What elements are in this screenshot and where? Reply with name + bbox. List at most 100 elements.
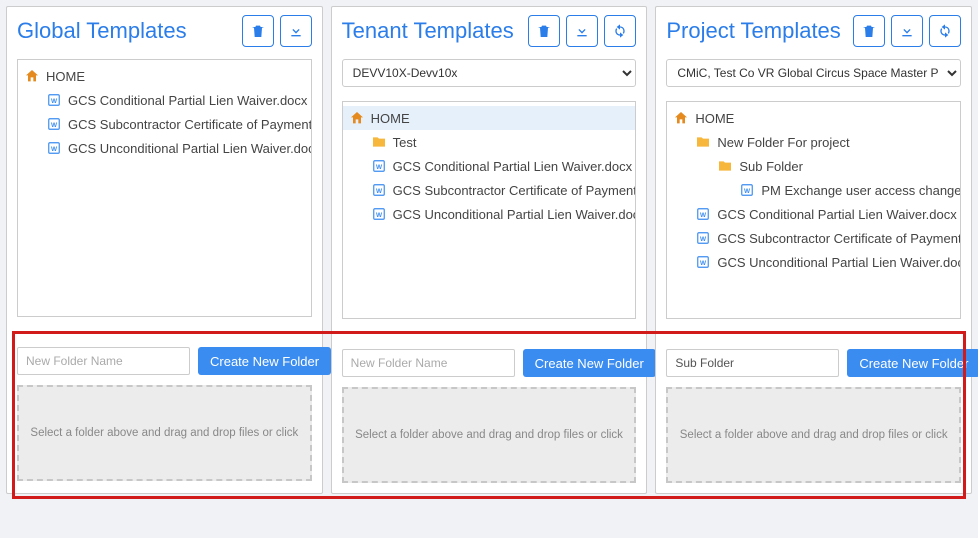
new-folder-input[interactable]: [17, 347, 190, 375]
download-button[interactable]: [566, 15, 598, 47]
panels-container: Global Templates HOME: [6, 6, 972, 494]
panel-header: Global Templates: [7, 7, 322, 51]
tree-label: HOME: [695, 111, 734, 126]
horizontal-scrollbar[interactable]: [666, 321, 961, 335]
tree-folder[interactable]: Sub Folder: [667, 154, 960, 178]
svg-text:W: W: [700, 212, 707, 219]
delete-button[interactable]: [528, 15, 560, 47]
refresh-button[interactable]: [604, 15, 636, 47]
tree-view[interactable]: HOME W GCS Conditional Partial Lien Waiv…: [17, 59, 312, 317]
tree-label: GCS Unconditional Partial Lien Waiver.do…: [717, 255, 961, 270]
tree-label: GCS Subcontractor Certificate of Payment…: [68, 117, 312, 132]
word-doc-icon: W: [695, 206, 711, 222]
word-doc-icon: W: [371, 206, 387, 222]
tree-label: GCS Conditional Partial Lien Waiver.docx: [717, 207, 956, 222]
home-icon: [673, 110, 689, 126]
svg-text:W: W: [51, 146, 58, 153]
tree-home[interactable]: HOME: [667, 106, 960, 130]
word-doc-icon: W: [739, 182, 755, 198]
tree-label: Test: [393, 135, 417, 150]
refresh-button[interactable]: [929, 15, 961, 47]
download-button[interactable]: [891, 15, 923, 47]
panel-header: Project Templates: [656, 7, 971, 51]
delete-button[interactable]: [242, 15, 274, 47]
folder-icon: [717, 158, 733, 174]
horizontal-scrollbar[interactable]: [17, 319, 312, 333]
header-buttons: [853, 15, 961, 47]
header-buttons: [242, 15, 312, 47]
tree-file[interactable]: W GCS Unconditional Partial Lien Waiver.…: [18, 136, 311, 160]
word-doc-icon: W: [46, 140, 62, 156]
tree-label: GCS Unconditional Partial Lien Waiver.do…: [393, 207, 637, 222]
new-folder-input[interactable]: [666, 349, 839, 377]
tree-label: Sub Folder: [739, 159, 803, 174]
create-folder-button[interactable]: Create New Folder: [523, 349, 656, 377]
tree-label: New Folder For project: [717, 135, 849, 150]
global-templates-panel: Global Templates HOME: [6, 6, 323, 494]
tree-file[interactable]: W GCS Unconditional Partial Lien Waiver.…: [667, 250, 960, 274]
project-select[interactable]: CMiC, Test Co VR Global Circus Space Mas…: [666, 59, 961, 87]
word-doc-icon: W: [371, 182, 387, 198]
svg-text:W: W: [700, 236, 707, 243]
svg-text:W: W: [51, 122, 58, 129]
tree-label: PM Exchange user access changes (1).docx: [761, 183, 961, 198]
tree-file[interactable]: W GCS Conditional Partial Lien Waiver.do…: [343, 154, 636, 178]
download-button[interactable]: [280, 15, 312, 47]
tree-home[interactable]: HOME: [18, 64, 311, 88]
home-icon: [24, 68, 40, 84]
new-folder-input[interactable]: [342, 349, 515, 377]
home-icon: [349, 110, 365, 126]
download-icon: [574, 23, 590, 39]
panel-footer: Create New Folder Select a folder above …: [332, 339, 647, 493]
tree-view[interactable]: HOME New Folder For project Sub Folder W…: [666, 101, 961, 319]
tree-label: GCS Unconditional Partial Lien Waiver.do…: [68, 141, 312, 156]
file-dropzone[interactable]: Select a folder above and drag and drop …: [666, 387, 961, 483]
tree-label: GCS Conditional Partial Lien Waiver.docx: [393, 159, 632, 174]
tree-file[interactable]: W GCS Conditional Partial Lien Waiver.do…: [18, 88, 311, 112]
svg-text:W: W: [376, 164, 383, 171]
tenant-select[interactable]: DEVV10X-Devv10x: [342, 59, 637, 87]
tree-file[interactable]: W GCS Subcontractor Certificate of Payme…: [18, 112, 311, 136]
word-doc-icon: W: [695, 230, 711, 246]
file-dropzone[interactable]: Select a folder above and drag and drop …: [17, 385, 312, 481]
refresh-icon: [937, 23, 953, 39]
panel-footer: Create New Folder Select a folder above …: [7, 337, 322, 491]
tree-folder[interactable]: New Folder For project: [667, 130, 960, 154]
tenant-templates-panel: Tenant Templates DEVV10X-Devv10x H: [331, 6, 648, 494]
word-doc-icon: W: [46, 92, 62, 108]
panel-footer: Create New Folder Select a folder above …: [656, 339, 971, 493]
tree-file[interactable]: W GCS Conditional Partial Lien Waiver.do…: [667, 202, 960, 226]
svg-text:W: W: [376, 212, 383, 219]
tree-label: HOME: [371, 111, 410, 126]
panel-title: Tenant Templates: [342, 18, 514, 44]
tree-file[interactable]: W PM Exchange user access changes (1).do…: [667, 178, 960, 202]
trash-icon: [861, 23, 877, 39]
tree-label: HOME: [46, 69, 85, 84]
delete-button[interactable]: [853, 15, 885, 47]
tree-label: GCS Subcontractor Certificate of Payment…: [717, 231, 961, 246]
header-buttons: [528, 15, 636, 47]
panel-title: Project Templates: [666, 18, 840, 44]
svg-text:W: W: [51, 98, 58, 105]
word-doc-icon: W: [46, 116, 62, 132]
tree-file[interactable]: W GCS Unconditional Partial Lien Waiver.…: [343, 202, 636, 226]
word-doc-icon: W: [371, 158, 387, 174]
horizontal-scrollbar[interactable]: [342, 321, 637, 335]
svg-text:W: W: [744, 188, 751, 195]
create-folder-button[interactable]: Create New Folder: [847, 349, 978, 377]
folder-icon: [371, 134, 387, 150]
refresh-icon: [612, 23, 628, 39]
file-dropzone[interactable]: Select a folder above and drag and drop …: [342, 387, 637, 483]
panel-header: Tenant Templates: [332, 7, 647, 51]
tree-folder[interactable]: Test: [343, 130, 636, 154]
tree-view[interactable]: HOME Test W GCS Conditional Partial Lien…: [342, 101, 637, 319]
create-folder-button[interactable]: Create New Folder: [198, 347, 331, 375]
panel-title: Global Templates: [17, 18, 187, 44]
tree-home[interactable]: HOME: [343, 106, 636, 130]
word-doc-icon: W: [695, 254, 711, 270]
svg-text:W: W: [376, 188, 383, 195]
tree-label: GCS Subcontractor Certificate of Payment…: [393, 183, 637, 198]
tree-file[interactable]: W GCS Subcontractor Certificate of Payme…: [343, 178, 636, 202]
tree-file[interactable]: W GCS Subcontractor Certificate of Payme…: [667, 226, 960, 250]
tree-label: GCS Conditional Partial Lien Waiver.docx: [68, 93, 307, 108]
